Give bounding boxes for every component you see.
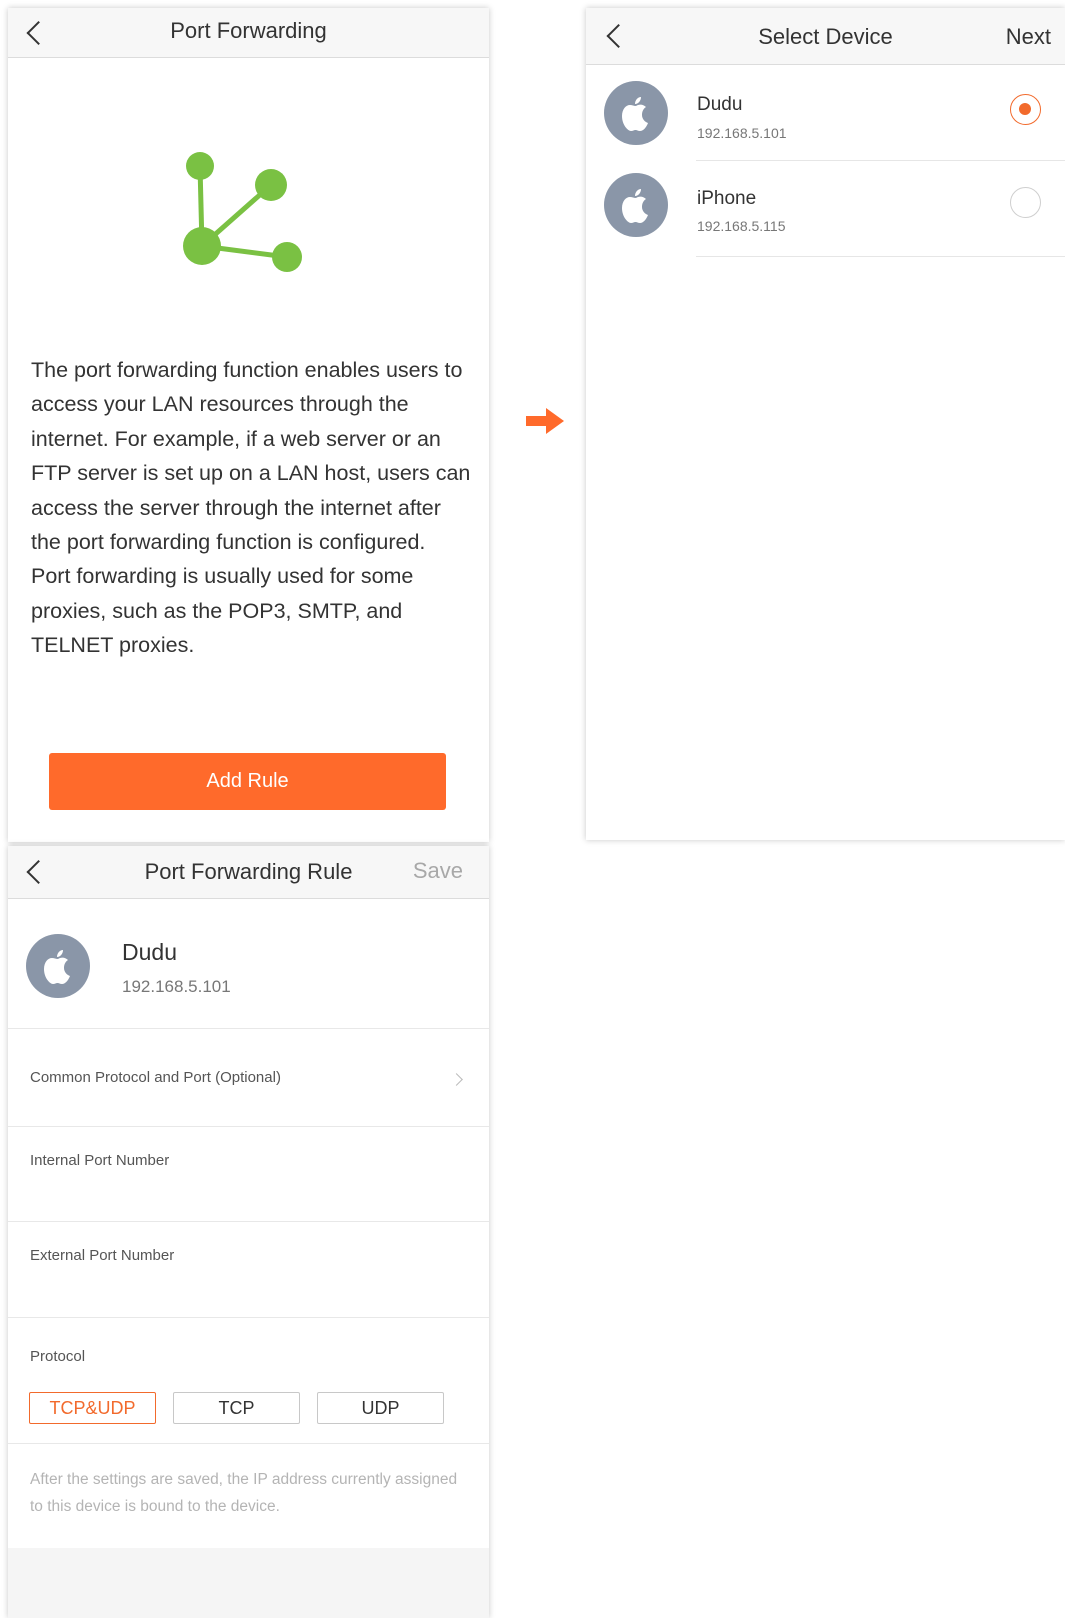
device-ip: 192.168.5.115 [697,218,786,234]
port-forwarding-rule-screen: Port Forwarding Rule Save Dudu 192.168.5… [8,846,489,1618]
divider [8,1126,489,1127]
chevron-right-icon [450,1073,463,1086]
description: The port forwarding function enables use… [31,353,476,663]
page-title: Select Device [758,24,893,49]
avatar [604,173,668,237]
common-protocol-row[interactable]: Common Protocol and Port (Optional) [8,1029,489,1125]
device-name: Dudu [122,939,177,965]
page-title: Port Forwarding [170,18,327,43]
device-name: Dudu [697,94,743,115]
divider [8,1317,489,1318]
internal-port-label: Internal Port Number [30,1152,170,1169]
binding-note: After the settings are saved, the IP add… [30,1471,458,1515]
external-port-input[interactable] [30,1273,467,1303]
device-name: iPhone [697,188,757,209]
network-branch-icon [183,152,302,272]
avatar [604,81,668,145]
select-device-screen: Select Device Next Dudu 192.168.5.101 iP… [586,8,1065,840]
device-ip: 192.168.5.101 [122,977,231,996]
top-bar: Port Forwarding Rule Save [8,846,489,899]
right-arrow-icon [526,408,564,434]
protocol-tcp-udp-button[interactable]: TCP&UDP [29,1392,156,1424]
protocol-label: Protocol [30,1348,86,1365]
device-row-dudu[interactable]: Dudu 192.168.5.101 [586,65,1065,161]
add-rule-button[interactable]: Add Rule [49,753,446,810]
top-bar: Select Device Next [586,8,1065,65]
description-paragraph: The port forwarding function enables use… [31,358,471,555]
divider [8,1443,489,1444]
description-paragraph: Port forwarding is usually used for some… [31,564,414,658]
common-protocol-label: Common Protocol and Port (Optional) [30,1069,281,1086]
protocol-udp-button[interactable]: UDP [317,1392,444,1424]
divider [8,1221,489,1222]
internal-port-input[interactable] [30,1178,467,1208]
device-row-iphone[interactable]: iPhone 192.168.5.115 [586,161,1065,257]
divider [696,256,1065,257]
footer-area [8,1548,489,1618]
port-forwarding-screen: Port Forwarding The port forwarding func… [8,8,489,842]
protocol-tcp-button[interactable]: TCP [173,1392,300,1424]
save-button[interactable]: Save [413,858,463,884]
external-port-label: External Port Number [30,1247,175,1264]
avatar [26,934,90,998]
apple-icon [622,189,648,223]
top-bar: Port Forwarding [8,8,489,58]
radio-selected[interactable] [1010,94,1041,125]
apple-icon [44,950,70,984]
device-ip: 192.168.5.101 [697,125,787,141]
apple-icon [622,97,648,131]
radio-unselected[interactable] [1010,187,1041,218]
next-button[interactable]: Next [1006,24,1051,50]
